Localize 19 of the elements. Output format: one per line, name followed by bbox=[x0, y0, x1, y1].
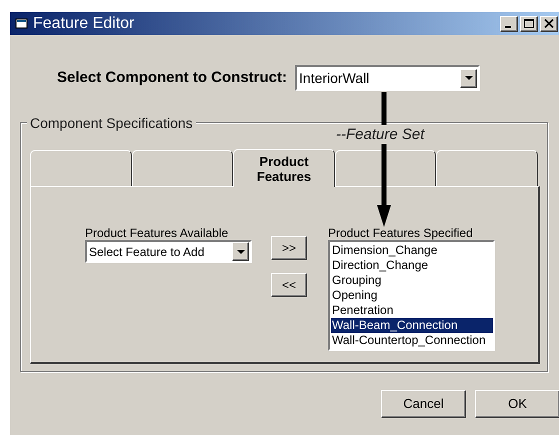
dialog-button[interactable]: Cancel bbox=[381, 390, 466, 418]
available-label: Product Features Available bbox=[85, 225, 230, 239]
list-item[interactable]: Penetration bbox=[331, 303, 493, 318]
list-item[interactable]: Wall-Beam_Connection bbox=[331, 318, 493, 333]
move-button[interactable]: >> bbox=[271, 236, 307, 260]
list-item[interactable]: Wall-Countertop_Connection bbox=[331, 333, 493, 348]
list-item[interactable]: Dimension_Change bbox=[331, 243, 493, 258]
window-title: Feature Editor bbox=[33, 14, 136, 34]
tab[interactable]: Product Features bbox=[233, 149, 335, 187]
feature-dropdown[interactable]: Select Feature to Add bbox=[85, 240, 252, 263]
list-item[interactable]: Grouping bbox=[331, 273, 493, 288]
component-dropdown[interactable]: InteriorWall bbox=[295, 65, 480, 91]
component-label: Select Component to Construct: bbox=[57, 68, 288, 88]
move-button[interactable]: << bbox=[271, 273, 307, 297]
specified-label: Product Features Specified bbox=[328, 225, 474, 239]
annotation-text: --Feature Set bbox=[336, 125, 424, 145]
dialog-button[interactable]: OK bbox=[475, 390, 559, 418]
list-item[interactable]: Direction_Change bbox=[331, 258, 493, 273]
list-item[interactable]: Opening bbox=[331, 288, 493, 303]
